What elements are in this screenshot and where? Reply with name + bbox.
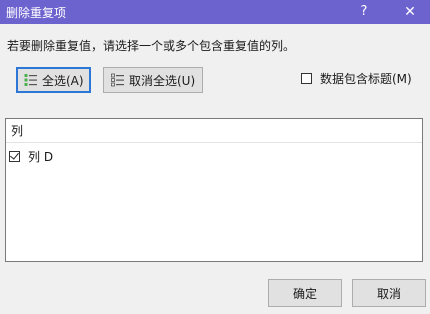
help-button[interactable]: ? xyxy=(352,0,376,24)
select-all-icon xyxy=(24,74,37,86)
column-label: 列 D xyxy=(28,149,54,164)
unselect-all-button[interactable]: 取消全选(U) xyxy=(103,67,203,93)
select-all-label: 全选(A) xyxy=(42,73,84,88)
dialog-title: 删除重复项 xyxy=(6,6,67,20)
columns-list[interactable]: 列 列 D xyxy=(5,118,423,262)
cancel-button[interactable]: 取消 xyxy=(352,279,426,307)
list-header: 列 xyxy=(6,119,422,143)
instruction-text: 若要删除重复值，请选择一个或多个包含重复值的列。 xyxy=(7,39,296,53)
has-headers-label: 数据包含标题(M) xyxy=(320,72,412,86)
ok-label: 确定 xyxy=(292,286,317,301)
close-button[interactable]: ✕ xyxy=(398,0,422,24)
title-bar: 删除重复项 ? ✕ xyxy=(0,0,430,24)
list-item[interactable]: 列 D xyxy=(9,148,53,164)
has-headers-checkbox[interactable] xyxy=(301,73,312,84)
unselect-all-icon xyxy=(111,73,124,87)
unselect-all-label: 取消全选(U) xyxy=(129,73,196,88)
cancel-label: 取消 xyxy=(376,286,401,301)
select-all-button[interactable]: 全选(A) xyxy=(16,67,91,93)
has-headers-option[interactable]: 数据包含标题(M) xyxy=(301,70,412,87)
column-checkbox[interactable] xyxy=(9,150,20,162)
ok-button[interactable]: 确定 xyxy=(268,279,342,307)
